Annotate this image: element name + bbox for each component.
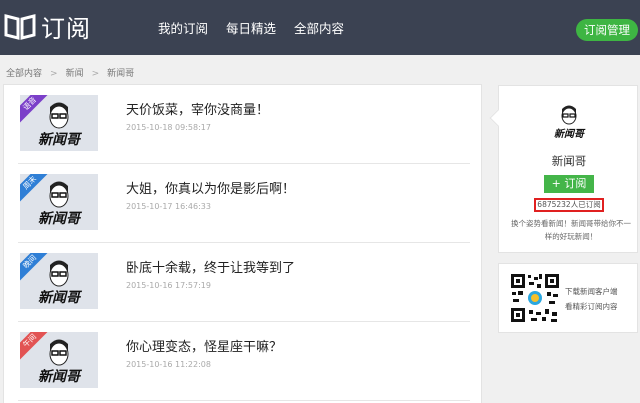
svg-text:新闻哥: 新闻哥 bbox=[38, 289, 83, 306]
download-hint-line2: 看精彩订阅内容 bbox=[565, 302, 618, 311]
article-date: 2015-10-18 09:58:17 bbox=[126, 123, 211, 132]
article-date: 2015-10-16 11:22:08 bbox=[126, 360, 211, 369]
logo[interactable]: 订阅 bbox=[3, 9, 91, 43]
article-thumbnail[interactable]: 新闻哥 午间 bbox=[20, 332, 98, 388]
svg-text:新闻哥: 新闻哥 bbox=[38, 210, 83, 227]
article-row[interactable]: 新闻哥 周末 大姐，你真以为你是影后啊！ 2015-10-17 16:46:33 bbox=[18, 164, 470, 243]
download-hint: 下载新闻客户端 看精彩订阅内容 bbox=[565, 284, 618, 314]
breadcrumb-current: 新闻哥 bbox=[107, 69, 135, 79]
breadcrumb-news[interactable]: 新闻 bbox=[66, 69, 84, 79]
nav-all-content[interactable]: 全部内容 bbox=[294, 18, 344, 37]
nav-my-subscriptions[interactable]: 我的订阅 bbox=[158, 18, 208, 37]
subscriber-count: 6875232人已订阅 bbox=[534, 198, 604, 212]
logo-text: 订阅 bbox=[41, 14, 91, 43]
breadcrumb-all-content[interactable]: 全部内容 bbox=[6, 69, 42, 79]
card-pointer bbox=[489, 109, 507, 127]
publisher-name: 新闻哥 bbox=[551, 154, 587, 168]
svg-text:新闻哥: 新闻哥 bbox=[38, 368, 83, 385]
article-list: 新闻哥 语音 天价饭菜，宰你没商量！ 2015-10-18 09:58:17 新… bbox=[3, 84, 482, 403]
article-thumbnail[interactable]: 新闻哥 周末 bbox=[20, 174, 98, 230]
chevron-right-icon: > bbox=[50, 69, 58, 79]
svg-text:新闻哥: 新闻哥 bbox=[38, 131, 83, 148]
article-row[interactable]: 新闻哥 午间 你心理变态，怪星座干嘛？ 2015-10-16 11:22:08 bbox=[18, 322, 470, 401]
article-date: 2015-10-17 16:46:33 bbox=[126, 202, 211, 211]
article-thumbnail[interactable]: 新闻哥 语音 bbox=[20, 95, 98, 151]
article-thumbnail[interactable]: 新闻哥 晚间 bbox=[20, 253, 98, 309]
article-date: 2015-10-16 17:57:19 bbox=[126, 281, 211, 290]
app-download-card: 下载新闻客户端 看精彩订阅内容 bbox=[498, 263, 638, 333]
article-title[interactable]: 卧底十余载，终于让我等到了 bbox=[126, 257, 295, 276]
chevron-right-icon: > bbox=[91, 69, 100, 79]
article-row[interactable]: 新闻哥 语音 天价饭菜，宰你没商量！ 2015-10-18 09:58:17 bbox=[18, 85, 470, 164]
svg-text:新闻哥: 新闻哥 bbox=[554, 128, 586, 140]
open-book-icon bbox=[4, 14, 36, 40]
manage-subscriptions-button[interactable]: 订阅管理 bbox=[576, 19, 638, 41]
article-title[interactable]: 你心理变态，怪星座干嘛？ bbox=[126, 336, 282, 355]
qr-code-icon[interactable] bbox=[509, 272, 561, 324]
article-title[interactable]: 天价饭菜，宰你没商量！ bbox=[126, 99, 269, 118]
main-nav: 我的订阅 每日精选 全部内容 bbox=[158, 0, 362, 55]
top-bar: 订阅 我的订阅 每日精选 全部内容 订阅管理 bbox=[0, 0, 640, 55]
publisher-card: 新闻哥 新闻哥 + 订阅 6875232人已订阅 换个姿势看新闻！新闻哥带给你不… bbox=[489, 85, 638, 253]
download-hint-line1: 下载新闻客户端 bbox=[565, 287, 618, 296]
nav-daily-picks[interactable]: 每日精选 bbox=[226, 18, 276, 37]
breadcrumb: 全部内容 > 新闻 > 新闻哥 bbox=[6, 66, 134, 79]
article-title[interactable]: 大姐，你真以为你是影后啊！ bbox=[126, 178, 295, 197]
article-row[interactable]: 新闻哥 晚间 卧底十余载，终于让我等到了 2015-10-16 17:57:19 bbox=[18, 243, 470, 322]
subscribe-button[interactable]: + 订阅 bbox=[544, 175, 594, 193]
publisher-description: 换个姿势看新闻！新闻哥带给你不一样的好玩新闻！ bbox=[511, 219, 631, 241]
publisher-avatar[interactable]: 新闻哥 bbox=[546, 100, 592, 146]
